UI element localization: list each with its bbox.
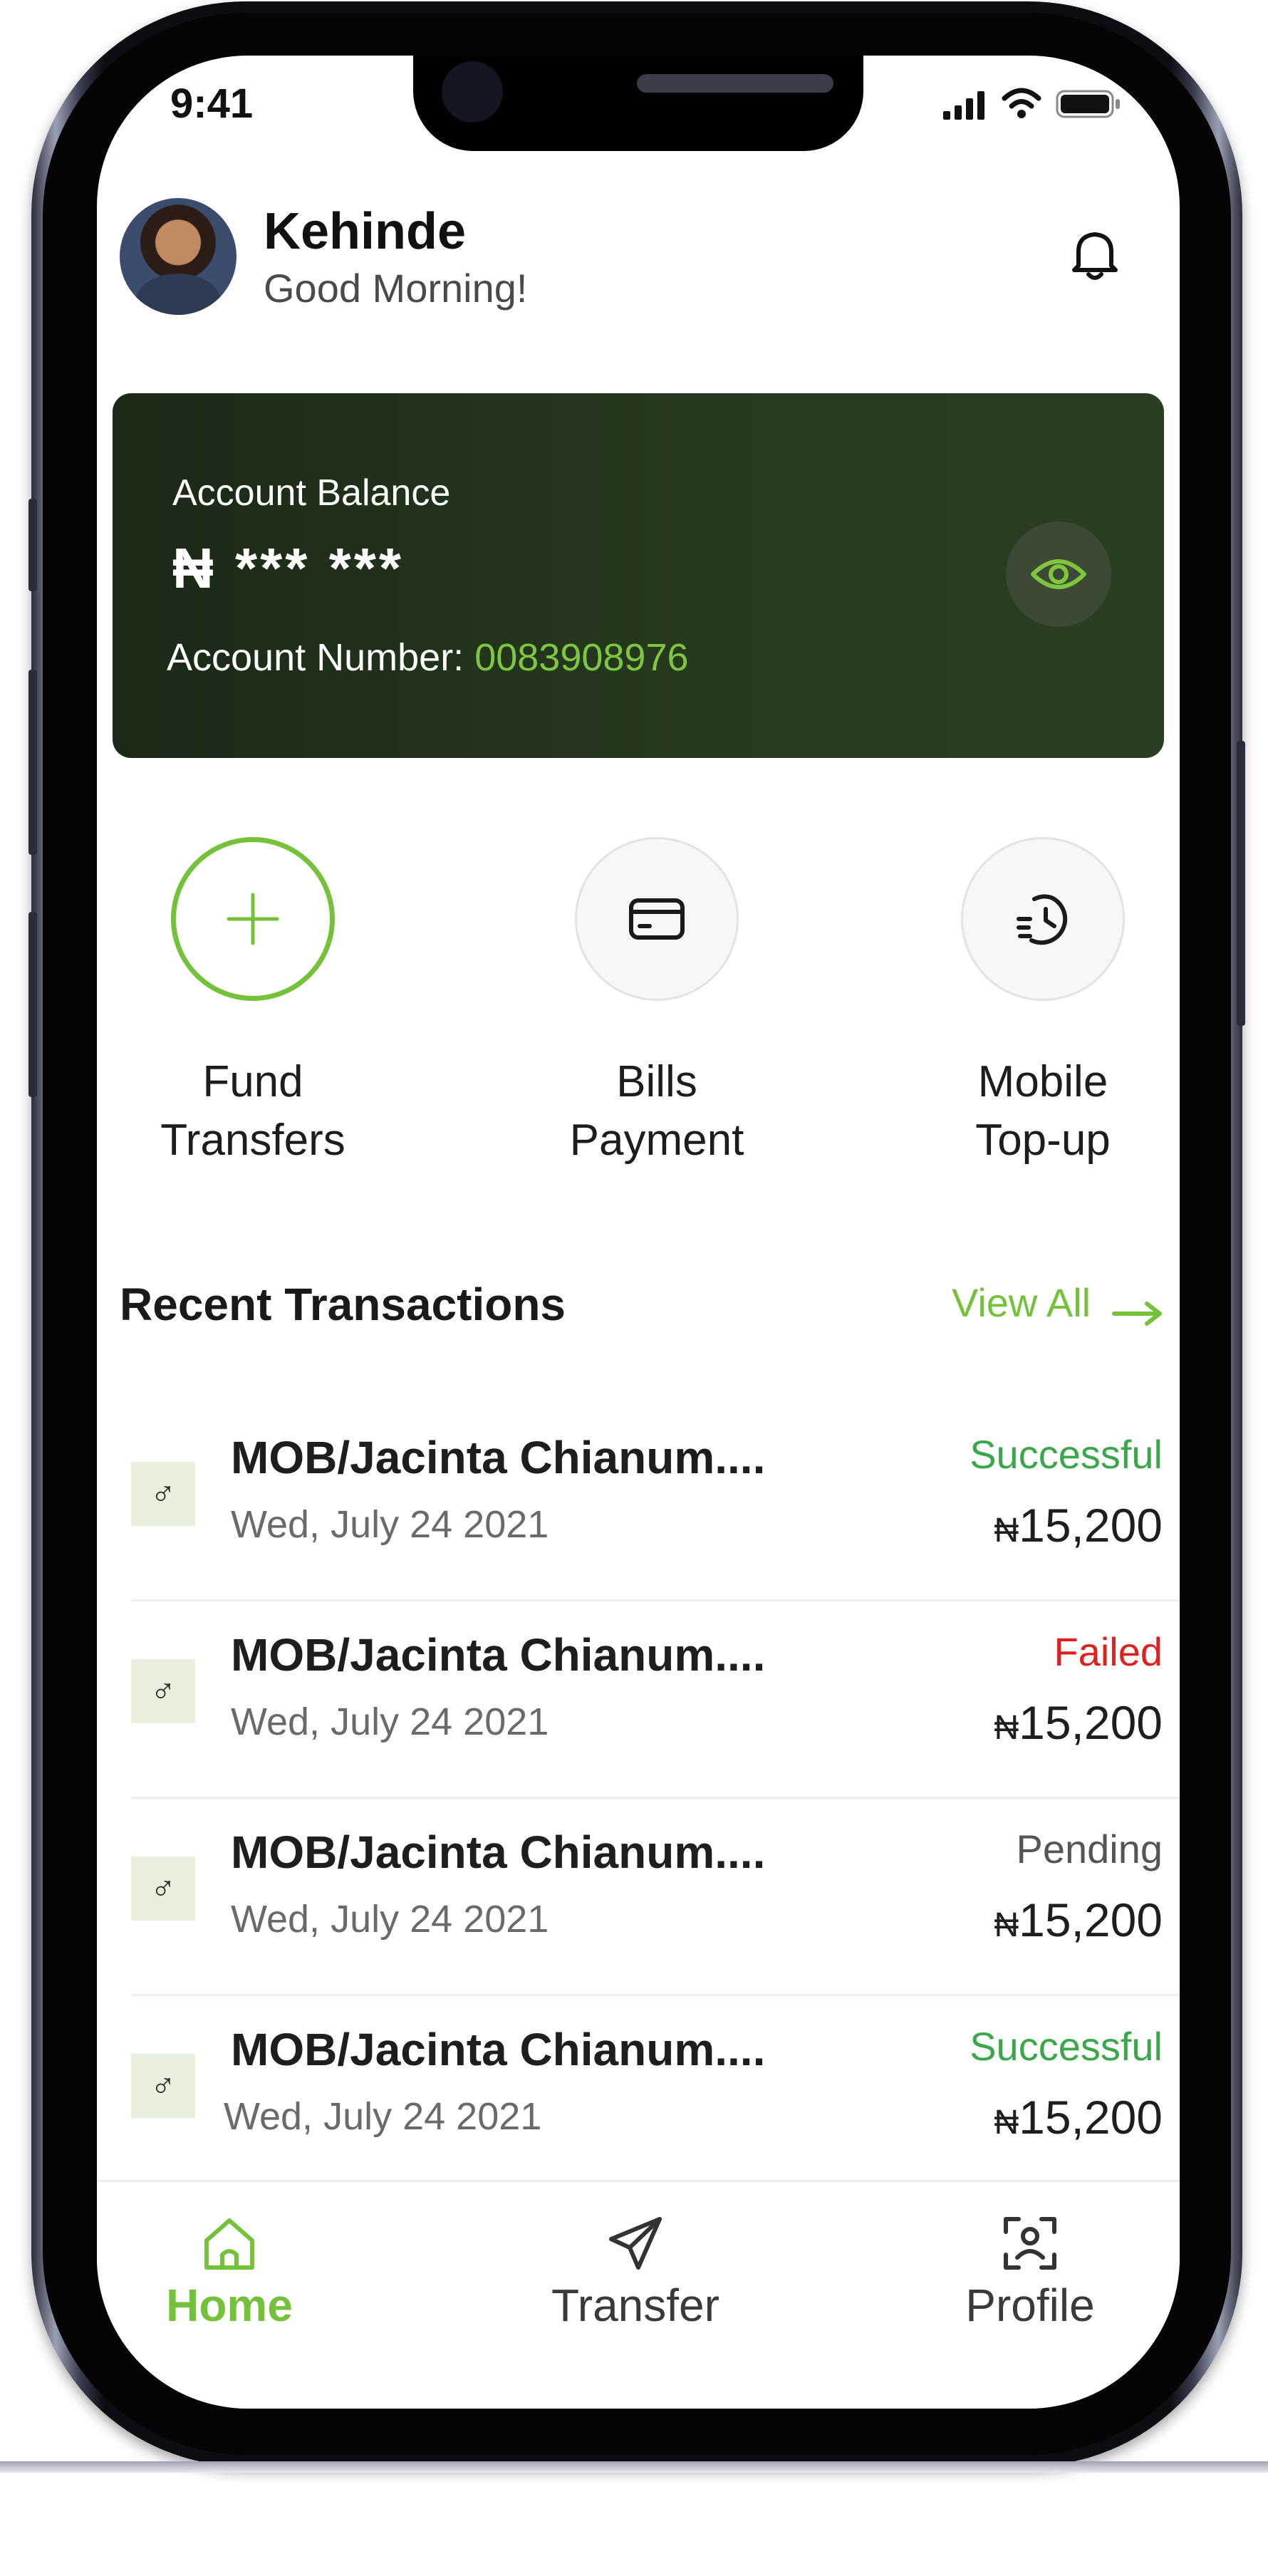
transaction-amount: ₦15,200 [994, 1695, 1163, 1750]
transaction-amount: ₦15,200 [994, 2090, 1163, 2144]
greeting-text: Good Morning! [264, 266, 528, 311]
bills-payment-label: Bills Payment [529, 1053, 785, 1170]
transaction-title: MOB/Jacinta Chianum.... [231, 1432, 766, 1483]
transaction-title: MOB/Jacinta Chianum.... [231, 1629, 766, 1681]
bills-payment-line1: Bills [616, 1057, 697, 1106]
transaction-type-icon: ♂ [131, 1856, 195, 1921]
amount-currency: ₦ [994, 1906, 1019, 1944]
transaction-row[interactable]: ♂ MOB/Jacinta Chianum.... Wed, July 24 2… [97, 1799, 1180, 1996]
avatar-shirt [135, 274, 221, 315]
transaction-title: MOB/Jacinta Chianum.... [231, 1827, 766, 1878]
mobile-topup-button[interactable] [961, 837, 1125, 1001]
transaction-amount: ₦15,200 [994, 1498, 1163, 1552]
mobile-topup-line2: Top-up [975, 1116, 1111, 1165]
user-name: Kehinde [264, 203, 467, 260]
tab-home[interactable]: Home [101, 2182, 358, 2367]
amount-value: 15,200 [1019, 1499, 1163, 1552]
phone-silent-switch [28, 499, 37, 591]
home-icon [204, 2218, 254, 2270]
transaction-row[interactable]: ♂ MOB/Jacinta Chianum.... Wed, July 24 2… [97, 1996, 1180, 2193]
tab-home-label: Home [166, 2280, 293, 2331]
card-icon [629, 898, 685, 940]
transaction-date: Wed, July 24 2021 [231, 1503, 549, 1546]
fund-transfers-button[interactable] [171, 837, 335, 1001]
status-time: 9:41 [170, 80, 254, 127]
transaction-status: Pending [1016, 1827, 1163, 1871]
bell-icon[interactable] [1063, 223, 1127, 287]
avatar[interactable] [120, 198, 237, 315]
signal-icon [943, 91, 984, 120]
transaction-type-icon: ♂ [131, 1462, 195, 1526]
balance-label: Account Balance [172, 472, 451, 514]
wifi-icon [1002, 88, 1041, 118]
phone-screen: 9:41 Kehinde Good Morning! Account Balan… [97, 56, 1180, 2409]
transaction-status: Failed [1054, 1629, 1163, 1674]
account-number: 0083908976 [474, 636, 689, 679]
eye-icon [1031, 559, 1086, 589]
transaction-type-icon: ♂ [131, 1659, 195, 1723]
mobile-topup-line1: Mobile [977, 1057, 1108, 1106]
transaction-date: Wed, July 24 2021 [231, 1700, 549, 1743]
transaction-status: Successful [970, 1432, 1163, 1477]
amount-value: 15,200 [1019, 1894, 1163, 1946]
toggle-balance-button[interactable] [1006, 521, 1111, 627]
phone-power-button [1237, 741, 1245, 1026]
transaction-status: Successful [970, 2024, 1163, 2069]
face-scan-icon [1004, 2217, 1056, 2270]
phone-ground-shadow [0, 2461, 1268, 2473]
balance-value: ₦ *** *** [172, 536, 404, 601]
fund-transfers-line1: Fund [202, 1057, 303, 1106]
view-all-link[interactable]: View All [952, 1279, 1091, 1326]
transaction-date: Wed, July 24 2021 [231, 1898, 549, 1941]
tab-transfer[interactable]: Transfer [507, 2182, 764, 2367]
phone-volume-down [28, 912, 37, 1097]
earpiece-speaker [637, 74, 833, 93]
transaction-amount: ₦15,200 [994, 1893, 1163, 1947]
tab-profile-label: Profile [965, 2280, 1095, 2331]
battery-icon [1056, 90, 1120, 118]
transaction-date: Wed, July 24 2021 [224, 2095, 542, 2138]
currency-symbol: ₦ [172, 536, 217, 600]
transaction-row[interactable]: ♂ MOB/Jacinta Chianum.... Wed, July 24 2… [97, 1404, 1180, 1601]
transaction-row[interactable]: ♂ MOB/Jacinta Chianum.... Wed, July 24 2… [97, 1601, 1180, 1799]
front-camera [442, 61, 503, 123]
account-number-row: Account Number: 0083908976 [167, 635, 689, 680]
amount-currency: ₦ [994, 1709, 1019, 1747]
transaction-type-icon: ♂ [131, 2054, 195, 2118]
masked-balance: *** *** [235, 536, 405, 600]
recent-transactions-title: Recent Transactions [120, 1279, 566, 1330]
history-clock-icon [1017, 894, 1068, 945]
transaction-title: MOB/Jacinta Chianum.... [231, 2024, 766, 2075]
fund-transfers-line2: Transfers [160, 1116, 345, 1165]
send-icon [609, 2217, 662, 2270]
amount-currency: ₦ [994, 2104, 1019, 2141]
amount-value: 15,200 [1019, 1696, 1163, 1749]
balance-card: Account Balance ₦ *** *** Account Number… [113, 393, 1164, 758]
amount-value: 15,200 [1019, 2091, 1163, 2144]
mobile-topup-label: Mobile Top-up [915, 1053, 1171, 1170]
phone-volume-up [28, 670, 37, 855]
account-number-label: Account Number: [167, 636, 475, 679]
bottom-tab-bar: Home Transfer Profile [97, 2180, 1180, 2409]
bills-payment-line2: Payment [569, 1116, 744, 1165]
tab-transfer-label: Transfer [551, 2280, 719, 2331]
arrow-right-icon[interactable] [1111, 1299, 1164, 1328]
plus-icon [227, 893, 279, 945]
fund-transfers-label: Fund Transfers [125, 1053, 381, 1170]
amount-currency: ₦ [994, 1512, 1019, 1549]
tab-profile[interactable]: Profile [902, 2182, 1158, 2367]
bills-payment-button[interactable] [575, 837, 739, 1001]
